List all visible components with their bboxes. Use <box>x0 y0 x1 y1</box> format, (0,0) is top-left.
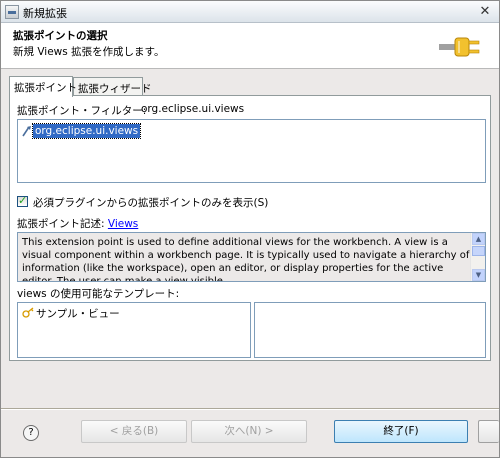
title-bar: 新規拡張 ✕ <box>1 1 499 23</box>
checkbox-label: 必須プラグインからの拡張ポイントのみを表示(S) <box>33 197 269 209</box>
filter-input[interactable]: org.eclipse.ui.views <box>141 103 244 115</box>
template-label: サンプル・ビュー <box>36 308 120 320</box>
next-button[interactable]: 次へ(N) > <box>191 420 307 443</box>
plug-icon <box>439 37 480 57</box>
wizard-banner: 拡張ポイントの選択 新規 Views 拡張を作成します。 <box>1 23 499 69</box>
template-preview <box>254 302 486 358</box>
description-label-row: 拡張ポイント記述: Views <box>17 216 138 231</box>
dialog-window: 新規拡張 ✕ 拡張ポイントの選択 新規 Views 拡張を作成します。 拡張ポイ… <box>0 0 500 458</box>
cancel-button[interactable] <box>478 420 499 443</box>
scroll-up-icon[interactable]: ▲ <box>472 233 485 245</box>
list-item-label: org.eclipse.ui.views <box>31 123 142 139</box>
tab-extension-wizards[interactable]: 拡張ウィザード <box>73 77 152 96</box>
description-link[interactable]: Views <box>108 218 138 230</box>
tab-label: 拡張ウィザード <box>78 83 152 95</box>
banner-message: 新規 Views 拡張を作成します。 <box>13 46 165 58</box>
footer-separator <box>1 408 499 410</box>
description-box: This extension point is used to define a… <box>17 232 486 282</box>
banner-title: 拡張ポイントの選択 <box>13 30 108 42</box>
close-icon[interactable]: ✕ <box>477 4 493 20</box>
filter-label: 拡張ポイント・フィルター: <box>17 105 147 117</box>
back-button[interactable]: < 戻る(B) <box>81 420 187 443</box>
description-text: This extension point is used to define a… <box>22 237 470 282</box>
tab-panel: 拡張ポイント・フィルター: org.eclipse.ui.views org.e… <box>9 95 491 361</box>
templates-label: views の使用可能なテンプレート: <box>17 288 180 300</box>
window-title: 新規拡張 <box>23 7 67 20</box>
only-required-checkbox[interactable] <box>17 194 28 207</box>
app-icon <box>5 5 19 19</box>
description-scrollbar[interactable]: ▲ ▼ <box>470 233 485 281</box>
tab-extension-points[interactable]: 拡張ポイント <box>9 76 77 97</box>
description-label: 拡張ポイント記述: <box>17 218 105 230</box>
scroll-thumb[interactable] <box>472 246 485 256</box>
tab-label: 拡張ポイント <box>14 82 77 94</box>
help-icon[interactable]: ? <box>23 425 39 441</box>
template-list[interactable]: サンプル・ビュー <box>17 302 251 358</box>
template-icon <box>22 307 34 318</box>
finish-button[interactable]: 終了(F) <box>334 420 468 443</box>
extension-point-list[interactable]: org.eclipse.ui.views <box>17 119 486 183</box>
scroll-down-icon[interactable]: ▼ <box>472 269 485 281</box>
extension-point-icon <box>22 126 31 137</box>
